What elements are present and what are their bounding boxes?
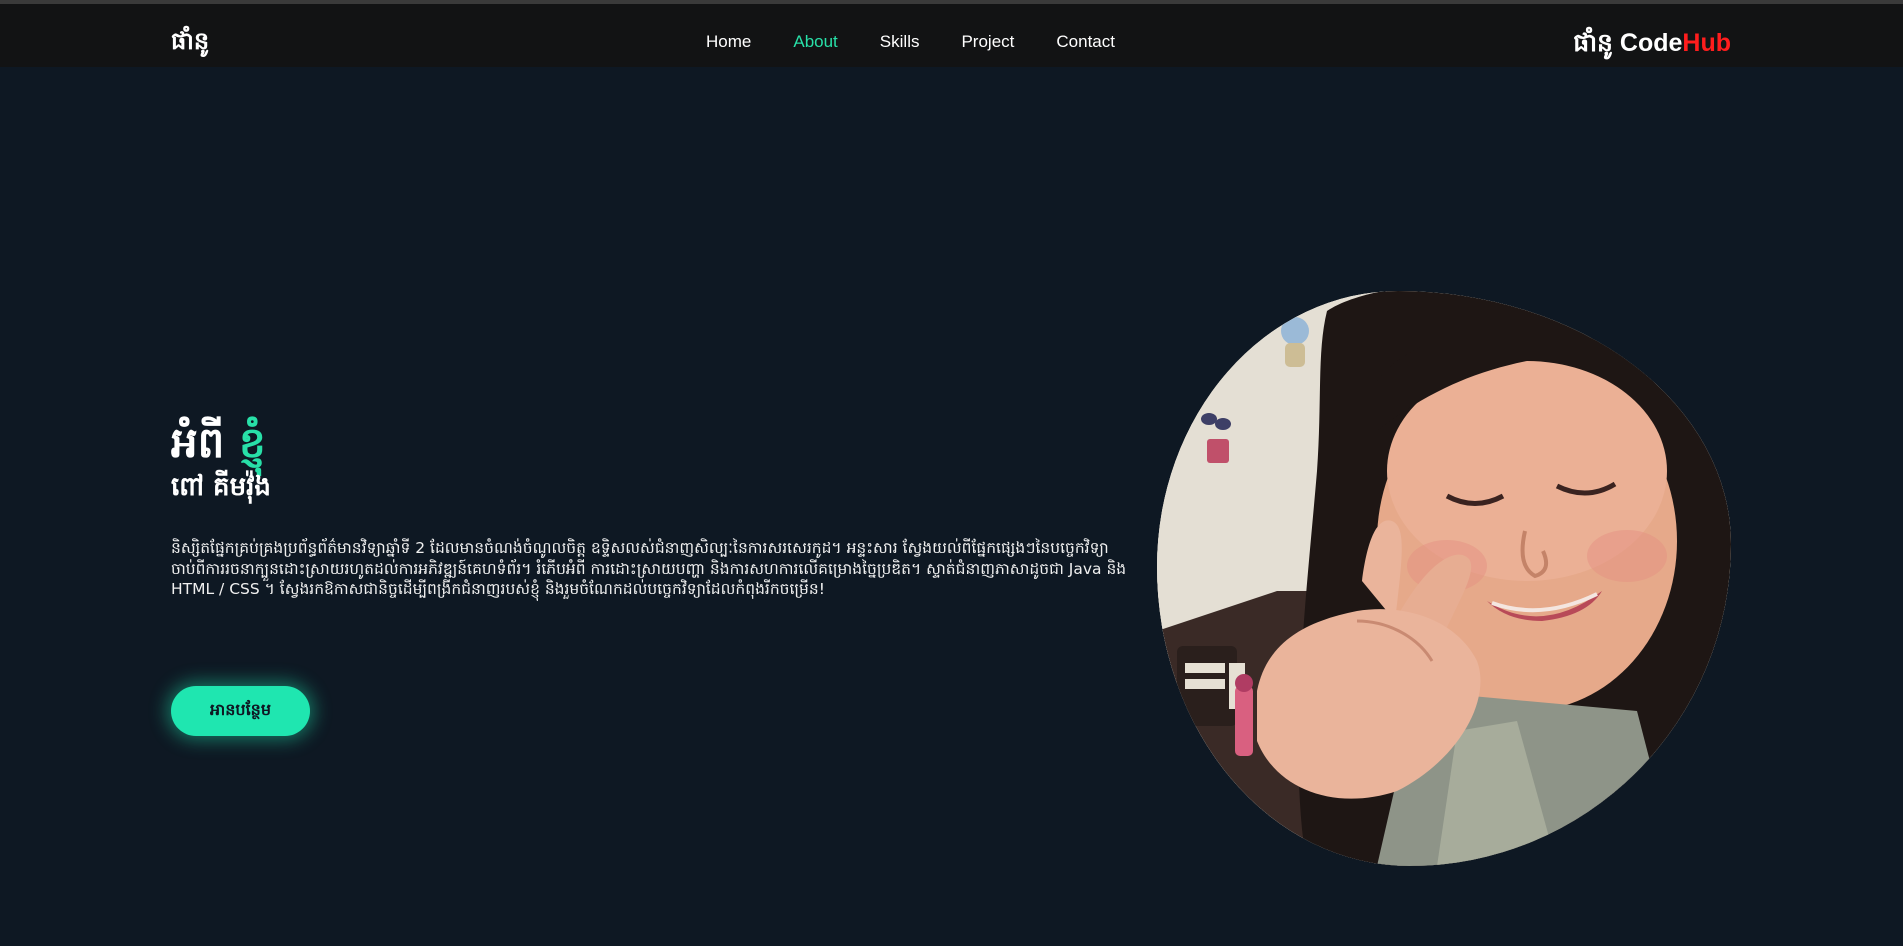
navbar: ផាំនូ Home About Skills Project Contact … <box>0 4 1903 67</box>
brand-code: Code <box>1619 29 1683 57</box>
nav-skills-link[interactable]: Skills <box>880 32 920 52</box>
about-description: និស្សិតផ្នែកគ្រប់គ្រងប្រព័ន្ធព័ត៌មានវិទ្… <box>171 539 1127 598</box>
about-title-accent: ខ្ញុំ <box>238 418 266 467</box>
brand-prefix: ផាំនូ <box>1573 29 1613 57</box>
site-logo[interactable]: ផាំនូ <box>171 26 209 61</box>
brand-right[interactable]: ផាំនូ CodeHub <box>1573 28 1731 64</box>
nav-contact-link[interactable]: Contact <box>1056 32 1115 52</box>
brand-hub: Hub <box>1682 29 1731 57</box>
nav-home-link[interactable]: Home <box>706 32 751 52</box>
nav-links: Home About Skills Project Contact <box>706 32 1115 52</box>
about-title: អំពី ខ្ញុំ <box>171 418 1131 468</box>
about-title-main: អំពី <box>171 418 225 467</box>
profile-photo-illustration <box>1157 291 1731 866</box>
about-name: ពៅ គីមវ៉ុង <box>171 472 271 503</box>
about-section: អំពី ខ្ញុំ ពៅ គីមវ៉ុង និស្សិតផ្នែកគ្រប់គ… <box>171 418 1131 599</box>
nav-about-link[interactable]: About <box>793 32 837 52</box>
nav-project-link[interactable]: Project <box>961 32 1014 52</box>
read-more-button[interactable]: អានបន្ថែម <box>171 686 310 736</box>
profile-photo <box>1157 291 1731 866</box>
